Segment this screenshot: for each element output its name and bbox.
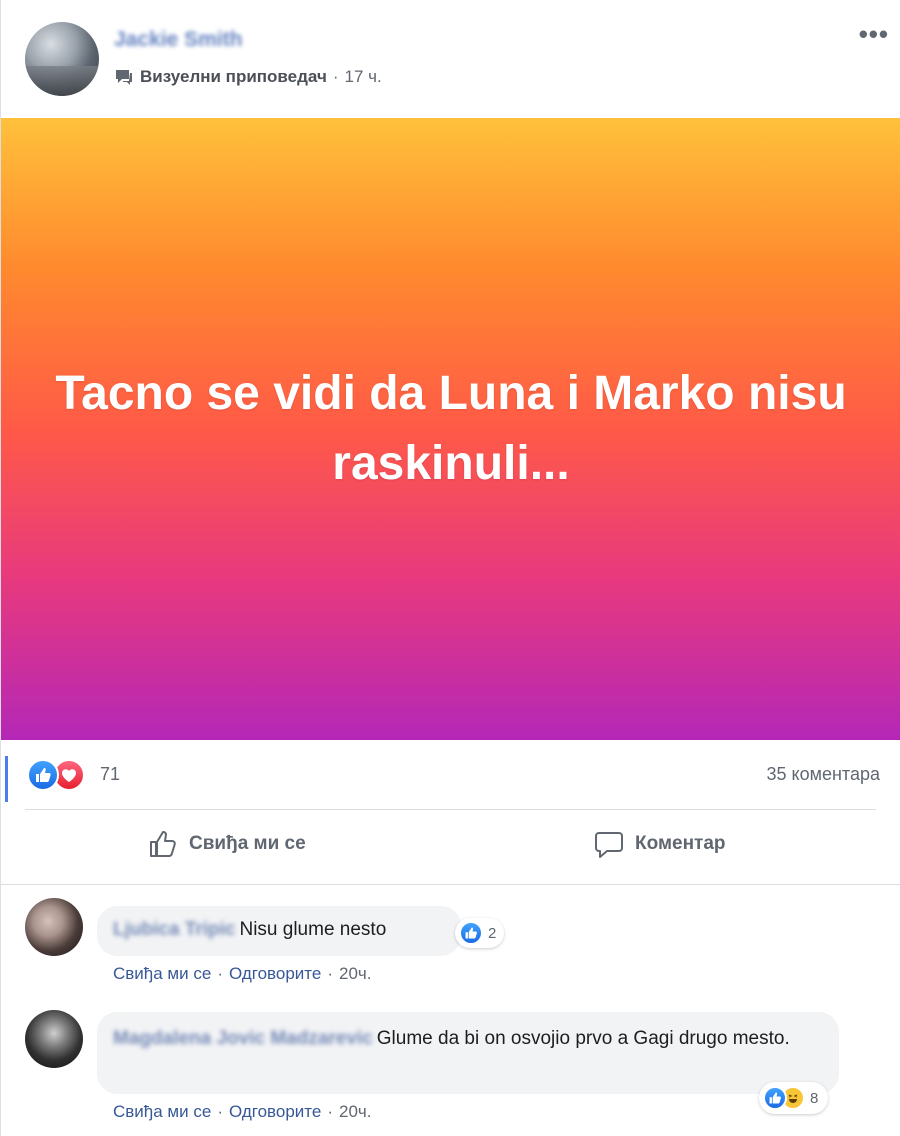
comment-author[interactable]: Ljubica Tripic: [113, 919, 235, 940]
comment-button[interactable]: Коментар: [593, 828, 726, 860]
like-button-label: Свиђа ми се: [189, 833, 306, 854]
separator: ·: [217, 964, 223, 983]
meta-separator: ·: [332, 67, 339, 86]
comment-like-link[interactable]: Свиђа ми се: [113, 1102, 211, 1122]
post-header: Jackie Smith Визуелни приповедач · 17 ч.…: [1, 0, 900, 118]
storyteller-badge-icon: [114, 68, 134, 86]
post-background: Tacno se vidi da Luna i Marko nisu raski…: [1, 118, 900, 740]
comment-actions: Свиђа ми се · Одговорите · 20ч.: [113, 1102, 372, 1122]
comment-time[interactable]: 20ч.: [339, 1102, 372, 1122]
comment-reaction-count: 8: [810, 1089, 819, 1107]
comment-text: Nisu glume nesto: [239, 919, 387, 940]
comment-author[interactable]: Magdalena Jovic Madzarevic: [113, 1028, 373, 1049]
reactions-bar: [1, 742, 900, 808]
comment-count[interactable]: 35 коментара: [766, 764, 880, 785]
comment-reaction-count: 2: [488, 924, 497, 942]
comment-avatar[interactable]: [25, 898, 83, 956]
facebook-post: Jackie Smith Визуелни приповедач · 17 ч.…: [0, 0, 900, 1136]
post-time[interactable]: 17 ч.: [344, 67, 381, 87]
comment-bubble: Magdalena Jovic Madzarevic Glume da bi on…: [97, 1012, 839, 1094]
comment-bubble: Ljubica Tripic Nisu glume nesto: [97, 906, 461, 956]
like-reaction-icon: [459, 921, 483, 945]
comment-time[interactable]: 20ч.: [339, 964, 372, 984]
divider: [1, 884, 900, 885]
post-actions: Свиђа ми се Коментар: [1, 812, 900, 882]
comment-reactions[interactable]: 2: [455, 918, 505, 948]
speech-bubble-icon: [595, 832, 623, 858]
author-name[interactable]: Jackie Smith: [114, 28, 242, 52]
comment-like-link[interactable]: Свиђа ми се: [113, 964, 211, 984]
separator: ·: [217, 1102, 223, 1121]
comment-reply-link[interactable]: Одговорите: [229, 964, 321, 984]
comment-actions: Свиђа ми се · Одговорите · 20ч.: [113, 964, 372, 984]
reaction-icons[interactable]: [27, 758, 85, 792]
storyteller-label[interactable]: Визуелни приповедач: [140, 67, 327, 87]
comment-reactions[interactable]: 8: [759, 1082, 829, 1114]
separator: ·: [327, 964, 334, 983]
like-button[interactable]: Свиђа ми се: [147, 828, 306, 860]
thumbs-up-icon: [150, 831, 176, 857]
focus-accent: [5, 756, 8, 802]
comment-reply-link[interactable]: Одговорите: [229, 1102, 321, 1122]
author-avatar[interactable]: [25, 22, 99, 96]
like-reaction-icon: [763, 1086, 787, 1110]
like-reaction-icon: [27, 759, 59, 791]
divider: [25, 809, 876, 810]
comment-text: Glume da bi on osvojio prvo a Gagi drugo…: [376, 1028, 790, 1049]
post-text: Tacno se vidi da Luna i Marko nisu raski…: [55, 367, 847, 490]
more-options-icon[interactable]: •••: [859, 21, 889, 47]
comment-avatar[interactable]: [25, 1010, 83, 1068]
separator: ·: [327, 1102, 334, 1121]
reaction-count[interactable]: 71: [100, 764, 120, 785]
post-meta: Визуелни приповедач · 17 ч.: [114, 67, 382, 87]
comment-button-label: Коментар: [635, 833, 726, 854]
